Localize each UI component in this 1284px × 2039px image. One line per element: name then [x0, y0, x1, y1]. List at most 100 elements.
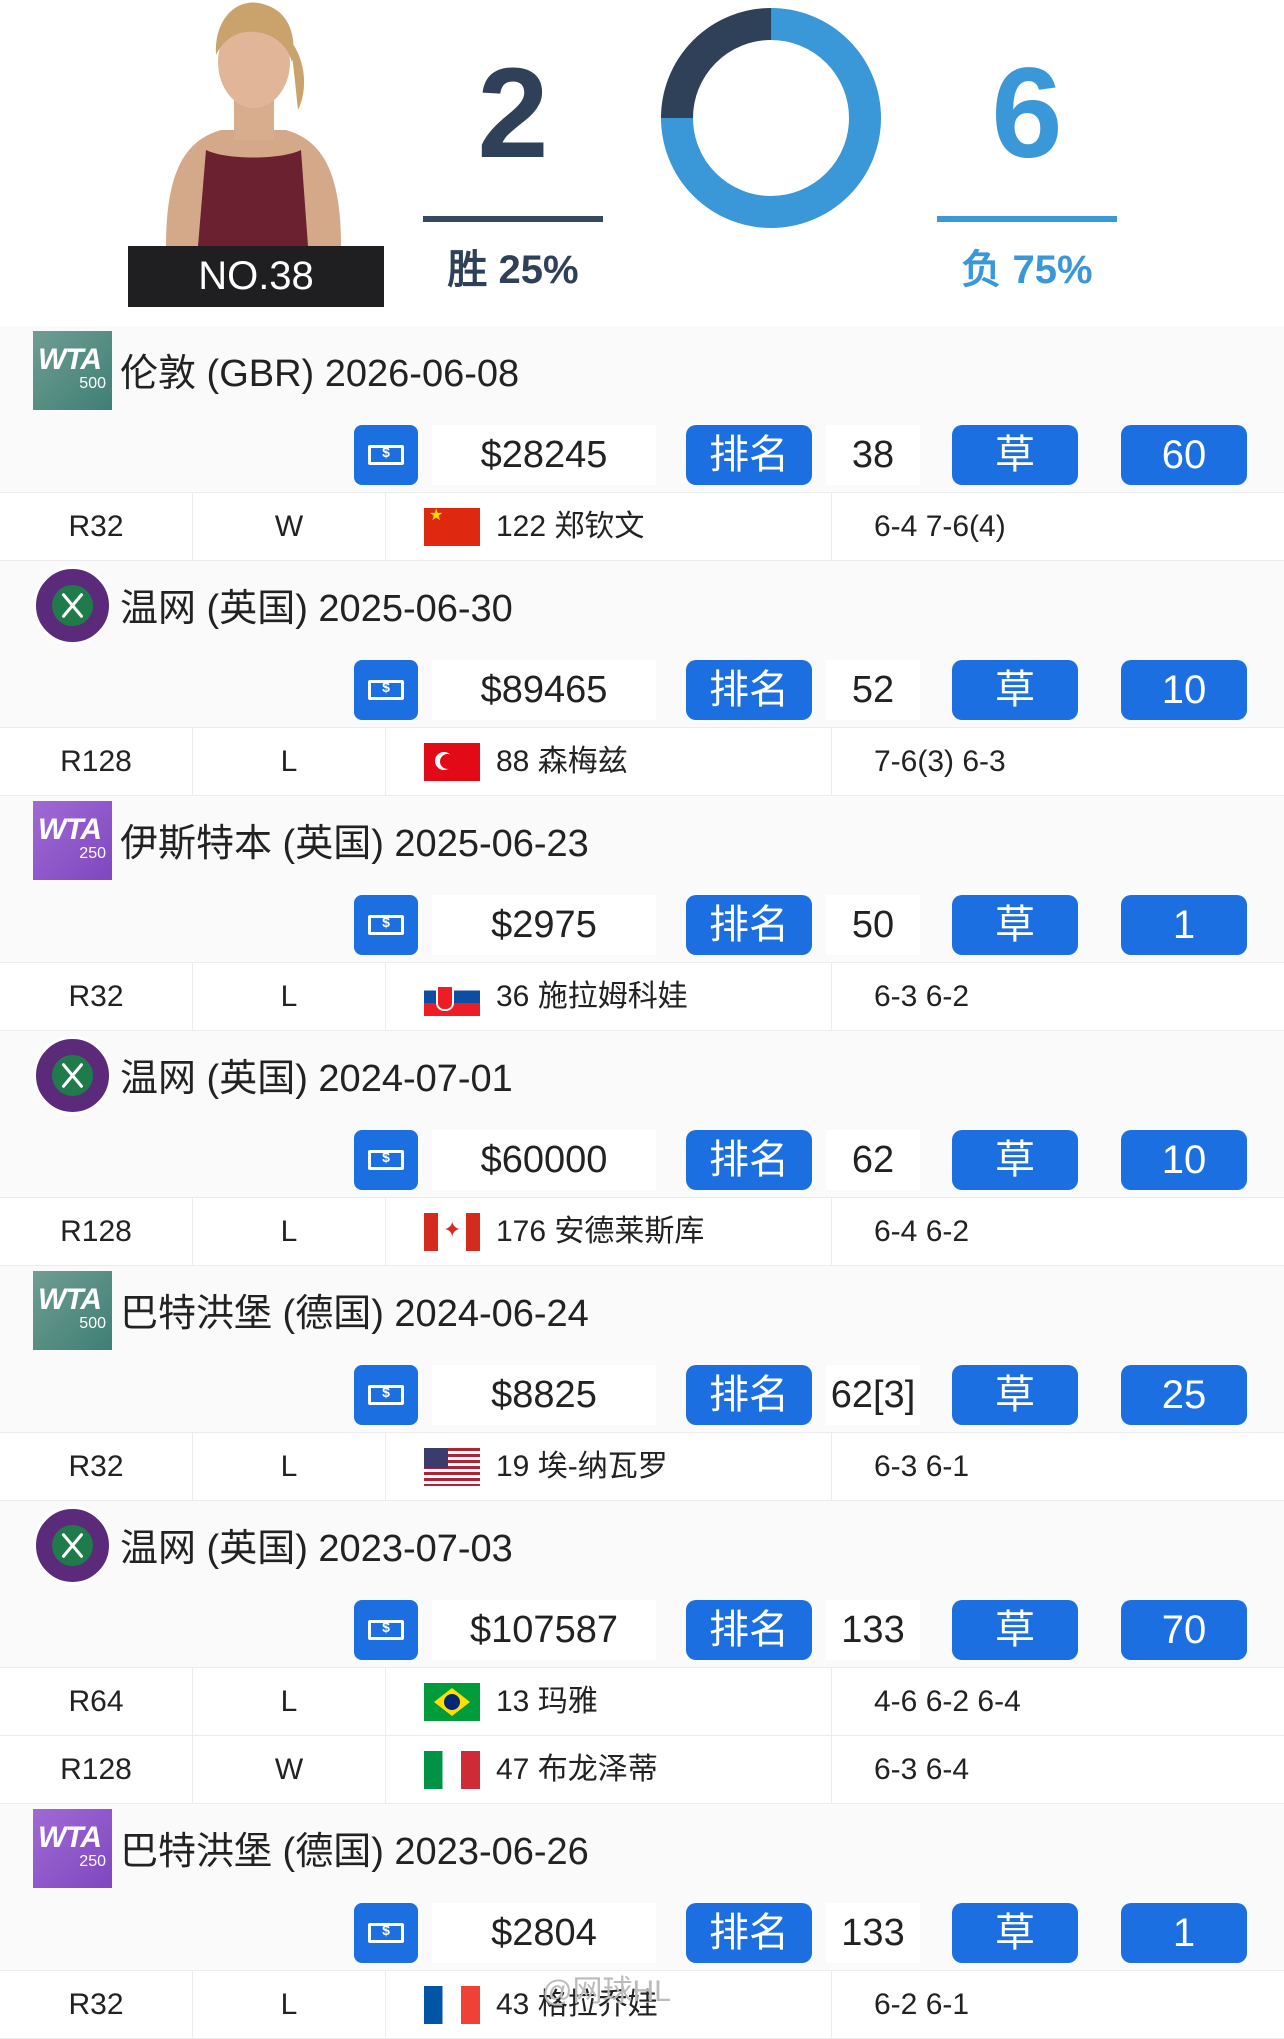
player-avatar: [146, 0, 360, 246]
rank-value: 133: [826, 1600, 920, 1660]
opponent-name: 88 森梅兹: [496, 745, 628, 778]
flag-sk-icon: [424, 978, 480, 1016]
rank-label-button[interactable]: 排名: [686, 660, 812, 720]
money-icon[interactable]: $: [354, 1600, 418, 1660]
surface-button[interactable]: 草: [952, 425, 1078, 485]
tournament-header[interactable]: 温网 (英国) 2024-07-01 $ $60000 排名 62 草 10: [0, 1031, 1284, 1198]
match-score: 7-6(3) 6-3: [874, 745, 1006, 778]
opponent-name: 176 安德莱斯库: [496, 1215, 705, 1248]
money-icon[interactable]: $: [354, 425, 418, 485]
losses-underline: [937, 216, 1117, 222]
watermark: @网球HL: [542, 1975, 671, 2008]
tournament-header[interactable]: WTA 500 伦敦 (GBR) 2026-06-08 $ $28245 排名 38 草 60: [0, 326, 1284, 493]
match-result: W: [193, 493, 386, 560]
opponent-name: 13 玛雅: [496, 1685, 598, 1718]
flag-fr-icon: [424, 1986, 480, 2024]
opponent-cell: [426, 728, 832, 795]
rank-value: 52: [826, 660, 920, 720]
match-score: 4-6 6-2 6-4: [874, 1685, 1021, 1718]
wta-logo: WTA 500: [33, 1271, 112, 1350]
surface-button[interactable]: 草: [952, 1365, 1078, 1425]
match-row[interactable]: R128 W 47 布龙泽蒂 6-3 6-4: [0, 1736, 1284, 1804]
wta-logo-text: WTA: [38, 1283, 102, 1316]
tournament-stats-row: $ $8825 排名 62[3] 草 25: [0, 1365, 1284, 1425]
match-result: L: [193, 1668, 386, 1735]
points-button[interactable]: 1: [1121, 1903, 1247, 1963]
surface-button[interactable]: 草: [952, 660, 1078, 720]
match-row[interactable]: R128L 176 安德莱斯库 6-4 6-2: [0, 1198, 1284, 1266]
tournament-title: 伦敦 (GBR) 2026-06-08: [120, 353, 520, 395]
money-icon[interactable]: $: [354, 1903, 418, 1963]
tournament-stats-row: $ $2975 排名 50 草 1: [0, 895, 1284, 955]
rank-label-button[interactable]: 排名: [686, 1903, 812, 1963]
wta-logo: WTA 250: [33, 1809, 112, 1888]
opponent-name: 19 埃-纳瓦罗: [496, 1450, 668, 1483]
rank-label-button[interactable]: 排名: [686, 895, 812, 955]
tournament-stats-row: $ $107587 排名 133 草 70: [0, 1600, 1284, 1660]
money-icon[interactable]: $: [354, 1130, 418, 1190]
tournament-header[interactable]: WTA 250 伊斯特本 (英国) 2025-06-23 $ $2975 排名 50 草 1: [0, 796, 1284, 963]
points-button[interactable]: 10: [1121, 1130, 1247, 1190]
tournament-header[interactable]: WTA 500 巴特洪堡 (德国) 2024-06-24 $ $8825 排名 62[3] 草…: [0, 1266, 1284, 1433]
match-row[interactable]: R128 L 88 森梅兹 7-6(3) 6-3: [0, 728, 1284, 796]
player-summary-header: NO.38 2 胜 25% 6 负 75%: [0, 0, 1284, 326]
opponent-name: 36 施拉姆科娃: [496, 980, 688, 1013]
wta-logo-text: WTA: [38, 1821, 102, 1854]
match-round: R128: [0, 1198, 193, 1265]
tournament-header[interactable]: 温网 (英国) 2025-06-30 $ $89465 排名 52 草 10: [0, 561, 1284, 728]
opponent-name: 122 郑钦文: [496, 510, 645, 543]
match-result: L: [193, 1433, 386, 1500]
match-round: R32: [0, 963, 193, 1030]
surface-button[interactable]: 草: [952, 895, 1078, 955]
surface-button[interactable]: 草: [952, 1130, 1078, 1190]
rank-value: 62: [826, 1130, 920, 1190]
money-icon[interactable]: $: [354, 895, 418, 955]
match-score: 6-4 6-2: [874, 1215, 970, 1248]
loss-percentage: 负 75%: [961, 248, 1093, 292]
tournament-stats-row: $ $2804 排名 133 草 1: [0, 1903, 1284, 1963]
wta-logo-level: 250: [79, 845, 106, 862]
rank-label-button[interactable]: 排名: [686, 1600, 812, 1660]
match-result: L: [193, 1198, 386, 1265]
rank-label-button[interactable]: 排名: [686, 1365, 812, 1425]
points-button[interactable]: 1: [1121, 895, 1247, 955]
rank-label-button[interactable]: 排名: [686, 425, 812, 485]
prize-money: $8825: [432, 1365, 656, 1425]
wins-count: 2: [477, 42, 549, 185]
match-result: L: [193, 963, 386, 1030]
rank-label-button[interactable]: 排名: [686, 1130, 812, 1190]
match-result: L: [193, 728, 386, 795]
wta-logo-text: WTA: [38, 813, 102, 846]
opponent-cell: [426, 1668, 832, 1735]
prize-money: $60000: [432, 1130, 656, 1190]
rank-value: 62[3]: [826, 1365, 920, 1425]
wta-logo: WTA 250: [33, 801, 112, 880]
win-loss-donut-chart: [661, 8, 881, 228]
points-button[interactable]: 10: [1121, 660, 1247, 720]
money-icon[interactable]: $: [354, 660, 418, 720]
points-button[interactable]: 25: [1121, 1365, 1247, 1425]
tournament-title: 巴特洪堡 (德国) 2023-06-26: [120, 1831, 589, 1873]
match-row[interactable]: R32 L 19 埃-纳瓦罗 6-3 6-1: [0, 1433, 1284, 1501]
tournament-title: 温网 (英国) 2025-06-30: [120, 588, 513, 630]
rank-value: 133: [826, 1903, 920, 1963]
tournament-header[interactable]: WTA 250 巴特洪堡 (德国) 2023-06-26 $ $2804 排名 133 草 1: [0, 1804, 1284, 1971]
prize-money: $2804: [432, 1903, 656, 1963]
prize-money: $2975: [432, 895, 656, 955]
points-button[interactable]: 70: [1121, 1600, 1247, 1660]
flag-br-icon: [424, 1683, 480, 1721]
surface-button[interactable]: 草: [952, 1600, 1078, 1660]
money-icon[interactable]: $: [354, 1365, 418, 1425]
wta-logo-text: WTA: [38, 343, 102, 376]
wta-logo-level: 250: [79, 1853, 106, 1870]
tournament-header[interactable]: 温网 (英国) 2023-07-03 $ $107587 排名 133 草 70: [0, 1501, 1284, 1668]
surface-button[interactable]: 草: [952, 1903, 1078, 1963]
match-score: 6-3 6-2: [874, 980, 970, 1013]
match-score: 6-2 6-1: [874, 1988, 970, 2021]
tournament-title: 伊斯特本 (英国) 2025-06-23: [120, 823, 589, 865]
wta-logo-level: 500: [79, 1315, 106, 1332]
match-row[interactable]: R32 L 36 施拉姆科娃 6-3 6-2: [0, 963, 1284, 1031]
match-row[interactable]: R32W 122 郑钦文 6-4 7-6(4): [0, 493, 1284, 561]
points-button[interactable]: 60: [1121, 425, 1247, 485]
match-row[interactable]: R64 L 13 玛雅 4-6 6-2 6-4: [0, 1668, 1284, 1736]
